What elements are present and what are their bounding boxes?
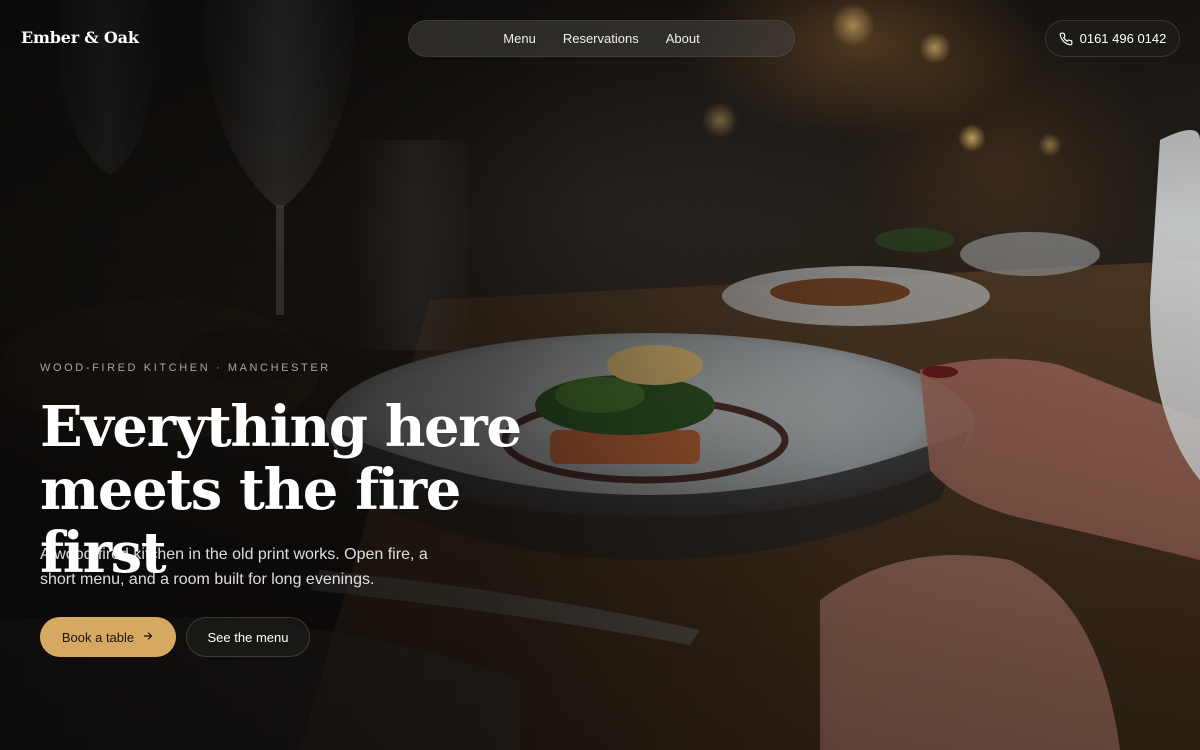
see-menu-label: See the menu: [207, 629, 289, 645]
main-nav: Menu Reservations About: [408, 20, 795, 57]
nav-item-about[interactable]: About: [666, 31, 700, 46]
nav-item-menu[interactable]: Menu: [503, 31, 536, 46]
nav-item-reservations[interactable]: Reservations: [563, 31, 639, 46]
phone-icon: [1059, 32, 1073, 46]
hero-eyebrow: WOOD-FIRED KITCHEN · MANCHESTER: [40, 362, 331, 374]
hero-description: A wood-fired kitchen in the old print wo…: [40, 546, 428, 588]
book-table-label: Book a table: [61, 629, 135, 645]
headline-line-1: Everything here: [40, 394, 522, 460]
phone-number: 0161 496 0142: [1079, 31, 1167, 46]
phone-button[interactable]: 0161 496 0142: [1045, 20, 1180, 57]
see-menu-button[interactable]: See the menu: [186, 617, 310, 657]
arrow-right-icon: [142, 630, 154, 645]
brand-logo[interactable]: Ember & Oak: [21, 28, 139, 47]
hero-actions: Book a table See the menu: [40, 617, 310, 657]
book-table-button[interactable]: Book a table: [40, 617, 176, 657]
